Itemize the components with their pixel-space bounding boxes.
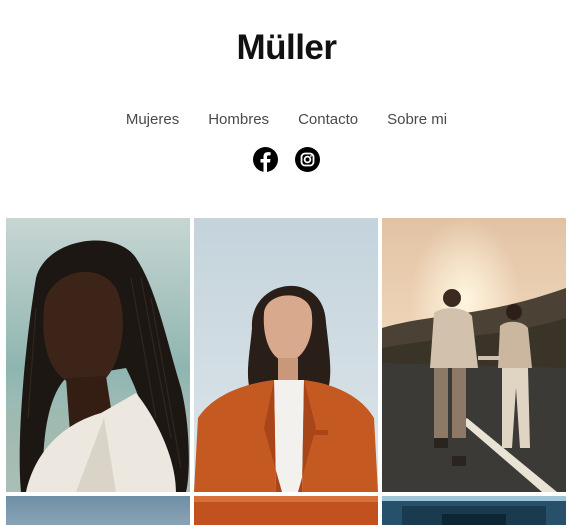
facebook-icon[interactable] [253,147,278,172]
gallery-photo-couple-sunset[interactable] [382,218,566,492]
nav-item-mujeres[interactable]: Mujeres [126,111,179,128]
nav-item-contacto[interactable]: Contacto [298,111,358,128]
gallery-photo-woman-braids[interactable] [6,218,190,492]
gallery-photo-woman-orange-blazer[interactable] [194,218,378,492]
gallery-photo-cropped-orange[interactable] [194,496,378,525]
nav-item-hombres[interactable]: Hombres [208,111,269,128]
social-links [0,147,573,172]
gallery-photo-cropped-sky[interactable] [6,496,190,525]
nav-item-sobre-mi[interactable]: Sobre mi [387,111,447,128]
site-title[interactable]: Müller [0,28,573,68]
main-nav: Mujeres Hombres Contacto Sobre mi [0,111,573,128]
gallery-photo-cropped-blue-interior[interactable] [382,496,566,525]
instagram-icon[interactable] [295,147,320,172]
